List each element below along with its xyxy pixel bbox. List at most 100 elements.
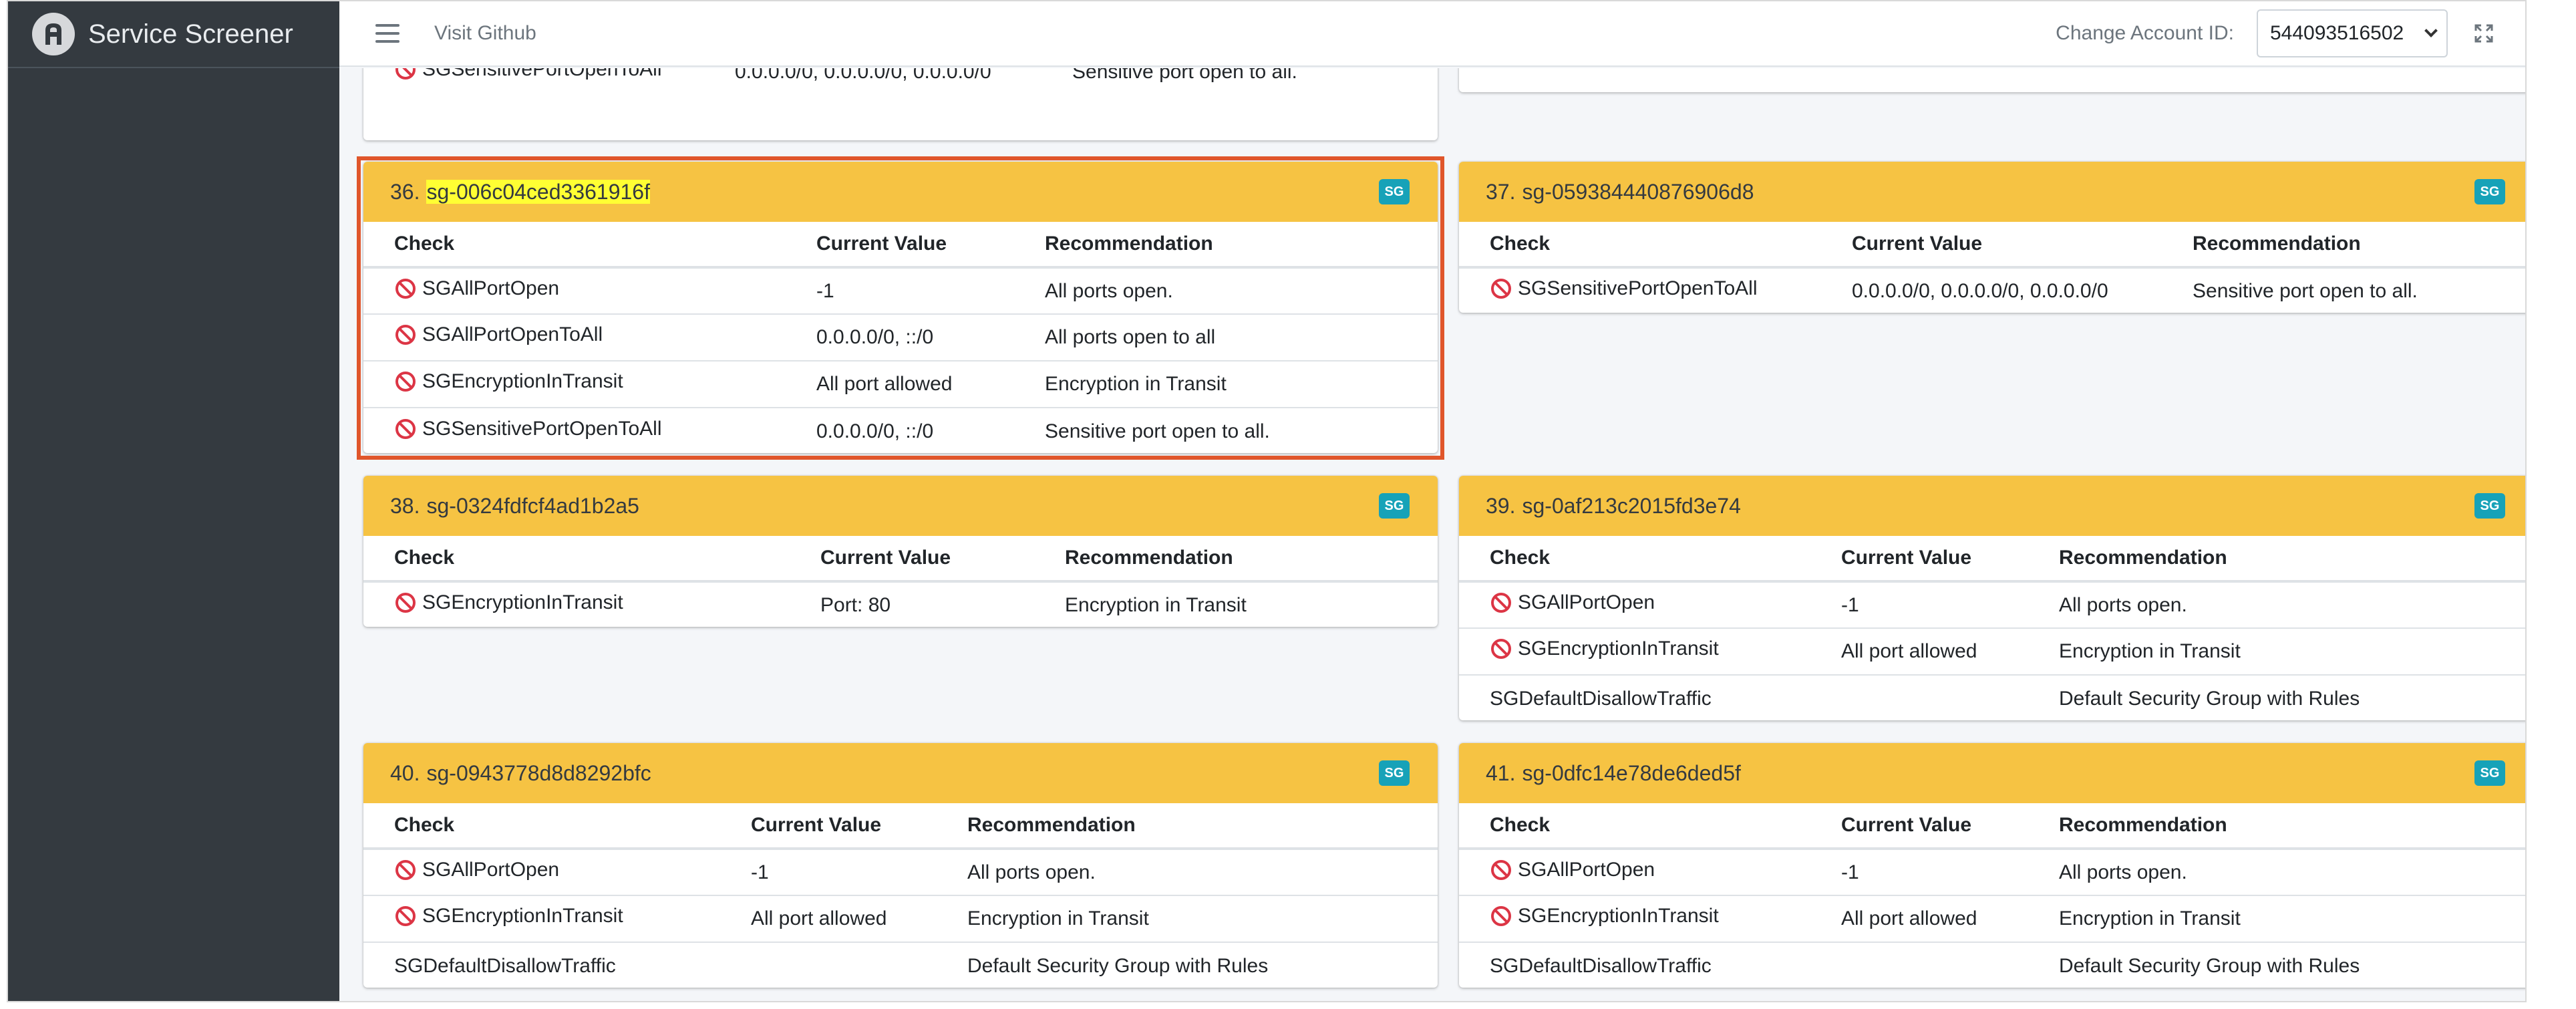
check-name: SGDefaultDisallowTraffic [1490,954,1712,977]
check-cell: SGEncryptionInTransit [363,895,751,942]
check-cell: SGEncryptionInTransit [363,360,816,408]
current-value-cell: -1 [1841,593,1859,616]
sg-card: 36. sg-006c04ced3361916f SG Check Current Va… [363,162,1438,453]
table-row: SGAllPortOpenToAll 0.0.0.0/0, ::/0 All por… [363,313,1438,361]
brand-name: Service Screener [88,19,293,49]
sg-card: 40. sg-0943778d8d8292bfc SG Check Current Va… [363,743,1438,988]
sg-id[interactable]: sg-006c04ced3361916f [426,179,650,204]
account-select[interactable]: 544093516502 [2257,9,2448,57]
table-row: SGEncryptionInTransit All port allowed Enc… [1459,895,2525,942]
findings-content: SGEncryptionInTransit Port: 80 Encryption … [339,68,2525,1001]
card-header: 38. sg-0324fdfcf4ad1b2a5 SG [363,476,1438,536]
no-entry-icon [394,591,417,614]
current-value-cell: -1 [751,861,769,883]
recommendation-cell: Default Security Group with Rules [2059,942,2525,988]
card-number: 37. [1486,179,1516,204]
table-row: SGEncryptionInTransit All port allowed Enc… [1459,627,2525,675]
check-cell: SGDefaultDisallowTraffic [1459,674,1841,720]
current-value-cell: 0.0.0.0/0, 0.0.0.0/0, 0.0.0.0/0 [735,68,1072,95]
column-header-current-value: Current Value [816,222,1045,269]
sg-id[interactable]: sg-0dfc14e78de6ded5f [1522,761,1740,785]
current-value-cell: All port allowed [1841,895,2059,942]
table-row: SGDefaultDisallowTraffic Default Security… [1459,674,2525,720]
card-header: 39. sg-0af213c2015fd3e74 SG [1459,476,2525,536]
check-cell: SGEncryptionInTransit [363,581,820,627]
recommendation-cell: Default Security Group with Rules [2059,674,2525,720]
sg-card: SGEncryptionInTransitPort: 80Encryption … [363,68,1438,140]
check-cell: SGAllPortOpen [1459,581,1841,628]
check-cell: SGSensitivePortOpenToAll [363,68,735,95]
sg-id[interactable]: sg-0324fdfcf4ad1b2a5 [426,494,639,518]
column-header-check: Check [1459,803,1841,850]
current-value-cell: 0.0.0.0/0, ::/0 [816,313,1045,361]
card-header: 36. sg-006c04ced3361916f SG [363,162,1438,222]
current-value-cell: Port: 80 [820,594,891,616]
sg-id[interactable]: sg-059384440876906d8 [1522,180,1754,204]
check-name: SGDefaultDisallowTraffic [1490,687,1712,710]
card-number: 38. [390,493,420,518]
no-entry-icon [394,905,417,927]
check-cell: SGEncryptionInTransit [1459,895,1841,942]
column-header-check: Check [363,536,820,583]
current-value-cell: 0.0.0.0/0, 0.0.0.0/0, 0.0.0.0/0 [1852,280,2108,302]
sg-id[interactable]: sg-0af213c2015fd3e74 [1522,494,1740,518]
hamburger-icon[interactable] [374,20,401,47]
recommendation-cell: All ports open to all [1045,313,1438,361]
app-window: Service Screener Visit Github Change Acc… [7,0,2527,1002]
card-number: 39. [1486,493,1516,518]
findings-table: Check Current Value Recommendation SGSensit… [1459,222,2525,313]
check-name: SGEncryptionInTransit [1518,905,1719,927]
visit-github-link[interactable]: Visit Github [434,22,536,45]
column-header-recommendation: Recommendation [1065,536,1438,583]
column-header-recommendation: Recommendation [1045,222,1438,269]
sidebar: Service Screener [8,1,339,1001]
expand-icon[interactable] [2462,12,2505,55]
brand[interactable]: Service Screener [8,1,339,68]
findings-table: SGEncryptionInTransitPort: 80Encryption … [363,68,1438,95]
table-row: SGSensitivePortOpenToAll 0.0.0.0/0, 0.0.0… [363,68,1438,95]
check-name: SGAllPortOpen [1518,858,1655,881]
no-entry-icon [1490,591,1512,614]
current-value-cell: -1 [816,279,834,302]
sg-card: SGSensitivePortOpenToAll0.0.0.0/0, 0.0.0… [1459,68,2525,92]
no-entry-icon [1490,277,1512,300]
column-header-recommendation: Recommendation [967,803,1438,850]
check-cell: SGEncryptionInTransit [1459,627,1841,675]
current-value-cell [751,942,967,988]
table-row: SGEncryptionInTransit All port allowed Enc… [363,895,1438,942]
chevron-down-icon [2424,24,2438,37]
check-name: SGSensitivePortOpenToAll [422,68,662,80]
recommendation-cell: All ports open. [967,861,1096,883]
card-title: 41. sg-0dfc14e78de6ded5f [1486,761,1741,786]
table-row: SGAllPortOpen -1 All ports open. [363,849,1438,895]
check-cell: SGDefaultDisallowTraffic [363,942,751,988]
column-header-check: Check [363,803,751,850]
sg-card: 39. sg-0af213c2015fd3e74 SG Check Current Va… [1459,476,2525,720]
card-title: 40. sg-0943778d8d8292bfc [390,761,651,786]
current-value-cell: 0.0.0.0/0, ::/0 [816,407,1045,453]
check-name: SGAllPortOpen [1518,591,1655,613]
sg-card: 38. sg-0324fdfcf4ad1b2a5 SG Check Current Va… [363,476,1438,627]
sg-id[interactable]: sg-0943778d8d8292bfc [426,761,651,785]
check-name: SGAllPortOpen [422,858,560,881]
table-row: SGSensitivePortOpenToAll 0.0.0.0/0, ::/0 S… [363,407,1438,453]
account-label: Change Account ID: [2056,22,2234,44]
column-header-check: Check [1459,536,1841,583]
check-name: SGEncryptionInTransit [422,905,623,927]
sg-badge: SG [2474,760,2505,786]
check-name: SGSensitivePortOpenToAll [1518,277,1758,299]
no-entry-icon [1490,905,1512,927]
column-header-current-value: Current Value [751,803,967,850]
table-row: SGEncryptionInTransit Port: 80 Encryption … [363,581,1438,627]
card-title: 37. sg-059384440876906d8 [1486,180,1754,204]
table-row: SGDefaultDisallowTraffic Default Security… [363,942,1438,988]
account-select-value: 544093516502 [2270,22,2404,44]
table-row: SGDefaultDisallowTraffic Default Security… [1459,942,2525,988]
findings-table: Check Current Value Recommendation SGAllPor… [1459,536,2525,720]
check-cell: SGAllPortOpen [1459,849,1841,895]
current-value-cell: All port allowed [1841,627,2059,675]
column-header-recommendation: Recommendation [2193,222,2525,269]
current-value-cell: All port allowed [751,895,967,942]
recommendation-cell: Encryption in Transit [1045,360,1438,408]
check-name: SGEncryptionInTransit [422,591,623,613]
